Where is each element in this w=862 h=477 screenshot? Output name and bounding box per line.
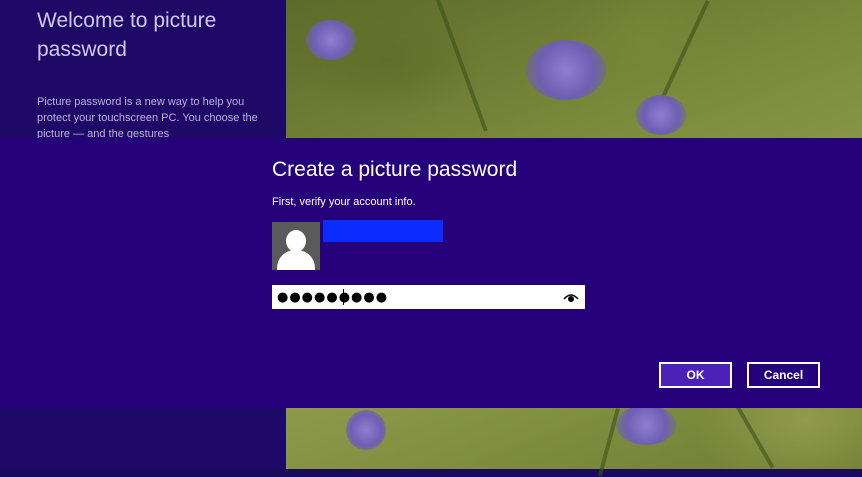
avatar-shoulders — [277, 250, 315, 270]
photo-stem — [736, 406, 775, 469]
welcome-title: Welcome to picture password — [37, 9, 217, 61]
lavender-bloom — [636, 95, 686, 135]
text-caret — [343, 289, 344, 305]
dialog-title: Create a picture password — [272, 158, 518, 181]
avatar-head — [286, 230, 306, 252]
eye-icon[interactable] — [563, 290, 579, 304]
password-field[interactable] — [272, 285, 585, 309]
lavender-bloom — [346, 410, 386, 450]
ok-button[interactable]: OK — [659, 362, 732, 388]
account-name-redacted — [323, 220, 443, 242]
create-picture-password-dialog: Create a picture password First, verify … — [0, 138, 862, 408]
cancel-button[interactable]: Cancel — [747, 362, 820, 388]
password-input[interactable] — [272, 285, 552, 309]
welcome-description: Picture password is a new way to help yo… — [37, 96, 258, 140]
photo-stem — [436, 0, 488, 132]
lavender-bloom — [616, 405, 676, 445]
lavender-bloom — [526, 40, 606, 100]
user-avatar-icon — [272, 222, 320, 270]
lavender-bloom — [306, 20, 356, 60]
dialog-subtitle: First, verify your account info. — [272, 196, 416, 208]
